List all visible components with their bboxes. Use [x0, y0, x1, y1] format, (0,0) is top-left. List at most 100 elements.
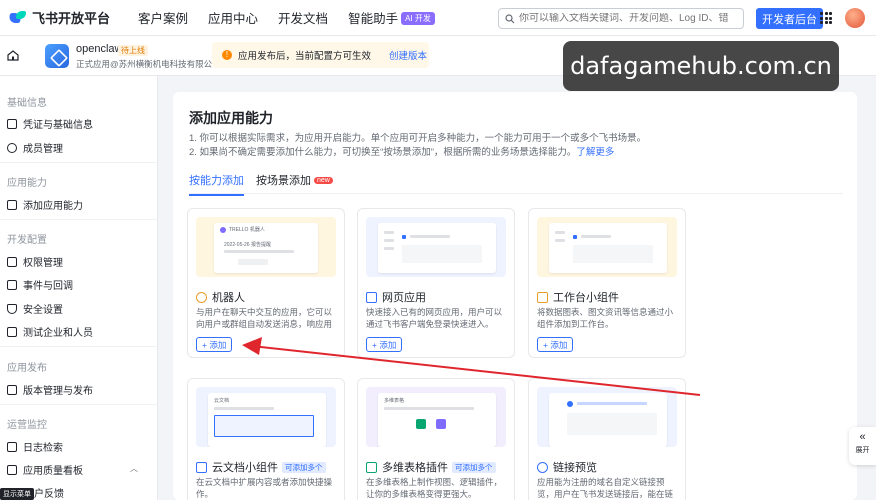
add-bot-button[interactable]: + 添加: [196, 337, 233, 352]
card-title: 网页应用: [366, 289, 426, 305]
tab-by-scenario[interactable]: 按场景添加 new: [256, 172, 333, 188]
app-status-badge: 待上线: [118, 45, 148, 56]
logo[interactable]: 飞书开放平台: [9, 8, 110, 27]
sidebar-item-events[interactable]: 事件与回调: [7, 277, 73, 292]
sidebar-item-label: 成员管理: [23, 144, 63, 155]
home-icon[interactable]: [7, 50, 19, 61]
preview-button: [238, 259, 268, 265]
description-text: 2. 如果尚不确定需要添加什么能力，可切换至“按场景添加”，根据所需的业务场景选…: [189, 147, 577, 158]
preview-line: [555, 239, 565, 242]
preview-line: [224, 250, 294, 253]
card-description: 与用户在聊天中交互的应用，它可以向用户或群组自动发送消息，响应用户的消...: [196, 307, 333, 329]
sidebar-item-label: 事件与回调: [23, 281, 73, 292]
sidebar-item-label: 应用质量看板: [23, 466, 83, 477]
chart-icon: [7, 464, 17, 475]
notice-text: 应用发布后，当前配置方可生效: [238, 51, 372, 62]
test-icon: [7, 326, 17, 337]
sidebar-item-permissions[interactable]: 权限管理: [7, 254, 63, 269]
card-preview: [537, 387, 677, 447]
sidebar-item-test-enterprise[interactable]: 测试企业和人员: [7, 324, 93, 339]
search-input[interactable]: [519, 13, 729, 24]
tab-bar: 按能力添加 按场景添加 new: [189, 172, 843, 196]
watermark-overlay: dafagamehub.com.cn: [563, 41, 839, 91]
preview-block: [573, 245, 653, 263]
double-chevron-left-icon: «: [859, 431, 866, 443]
top-bar: 飞书开放平台 客户案例 应用中心 开发文档 智能助手AI 开发 开发者后台: [0, 0, 876, 36]
card-description: 快速接入已有的网页应用，用户可以通过飞书客户端免登录快速进入。: [366, 307, 503, 329]
sidebar-item-add-capability[interactable]: 添加应用能力: [7, 197, 83, 212]
chevron-up-icon[interactable]: ︿: [130, 463, 138, 474]
nav-item-cases[interactable]: 客户案例: [138, 8, 188, 27]
nav-item-assistant[interactable]: 智能助手 AI 开发: [348, 8, 435, 27]
new-badge: new: [314, 177, 333, 184]
sidebar-item-security[interactable]: 安全设置: [7, 301, 63, 316]
preview-line: [581, 235, 611, 238]
card-description: 应用能为注册的域名自定义链接预览，用户在飞书发送链接后，能在链接下方展...: [537, 477, 674, 499]
sidebar-item-members[interactable]: 成员管理: [7, 140, 63, 155]
sidebar-item-label: 安全设置: [23, 305, 63, 316]
sidebar-item-credentials[interactable]: 凭证与基础信息: [7, 116, 93, 131]
log-icon: [7, 441, 17, 452]
sidebar-group-ops: 运营监控: [7, 420, 47, 431]
widget-grid-icon: [537, 291, 548, 303]
search-box[interactable]: [498, 8, 744, 29]
preview-line: [577, 402, 647, 405]
sidebar-divider: [0, 404, 158, 405]
sidebar-group-capability: 应用能力: [7, 178, 47, 189]
top-nav: 客户案例 应用中心 开发文档 智能助手 AI 开发: [138, 8, 455, 27]
nav-item-app-center[interactable]: 应用中心: [208, 8, 258, 27]
main-panel: 添加应用能力 1. 你可以根据实际需求，为应用开启能力。单个应用可开启多种能力，…: [173, 92, 857, 500]
add-widget-button[interactable]: + 添加: [537, 337, 574, 352]
expand-panel-button[interactable]: « 展开: [849, 427, 876, 465]
card-description: 在多维表格上制作视图、逻辑插件，让你的多维表格变得更强大。: [366, 477, 503, 499]
create-version-link[interactable]: 创建版本: [389, 48, 427, 62]
sidebar-item-label: 凭证与基础信息: [23, 120, 93, 131]
sidebar-item-versions[interactable]: 版本管理与发布: [7, 382, 93, 397]
link-icon: [537, 461, 548, 473]
multi-tag: 可添加多个: [452, 461, 496, 473]
card-title: 机器人: [196, 289, 245, 305]
sidebar-item-label: 版本管理与发布: [23, 386, 93, 397]
add-web-app-button[interactable]: + 添加: [366, 337, 403, 352]
nav-item-assistant-label: 智能助手: [348, 12, 399, 26]
sidebar-divider: [0, 162, 158, 163]
preview-accent: [402, 235, 406, 239]
learn-more-link[interactable]: 了解更多: [576, 147, 614, 158]
doc-widget-icon: [196, 461, 207, 473]
sidebar-divider: [0, 346, 158, 347]
sidebar-group-release: 应用发布: [7, 363, 47, 374]
preview-text: 多维表格: [384, 398, 405, 404]
preview-block: [402, 245, 482, 263]
card-title-text: 网页应用: [382, 292, 426, 304]
page-title: 添加应用能力: [189, 110, 273, 126]
sidebar-item-logs[interactable]: 日志检索: [7, 439, 63, 454]
permission-icon: [7, 256, 17, 267]
card-preview: TRELLO 机器人 2022-05-26 报告提醒: [196, 217, 336, 277]
developer-console-button[interactable]: 开发者后台: [756, 8, 823, 29]
sidebar-item-quality[interactable]: 应用质量看板: [7, 462, 83, 477]
tab-by-capability[interactable]: 按能力添加: [189, 172, 244, 196]
preview-accent: [573, 235, 577, 239]
description-line-2: 2. 如果尚不确定需要添加什么能力，可切换至“按场景添加”，根据所需的业务场景选…: [189, 144, 614, 158]
card-title-text: 工作台小组件: [553, 292, 619, 304]
app-icon: [45, 44, 69, 68]
card-title-text: 多维表格插件: [382, 462, 448, 474]
nav-item-docs[interactable]: 开发文档: [278, 8, 328, 27]
feishu-logo-icon: [9, 10, 27, 25]
card-title-text: 云文档小组件: [212, 462, 278, 474]
preview-line: [384, 407, 474, 410]
preview-block: [567, 413, 657, 435]
card-title: 工作台小组件: [537, 289, 619, 305]
warning-icon: !: [222, 50, 232, 60]
app-company: 正式应用@苏州横衡机电科技有限公司: [76, 59, 221, 69]
preview-text: TRELLO 机器人: [229, 227, 265, 233]
robot-icon: [196, 291, 207, 303]
grid-plus-icon: [7, 199, 17, 210]
avatar[interactable]: [845, 8, 865, 28]
card-preview: [366, 217, 506, 277]
sidebar-divider: [0, 219, 158, 220]
apps-grid-icon[interactable]: [820, 12, 832, 24]
credentials-icon: [7, 118, 17, 129]
preview-line: [384, 247, 394, 250]
capability-card-web-app: 网页应用 快速接入已有的网页应用，用户可以通过飞书客户端免登录快速进入。 + 添…: [357, 208, 515, 358]
